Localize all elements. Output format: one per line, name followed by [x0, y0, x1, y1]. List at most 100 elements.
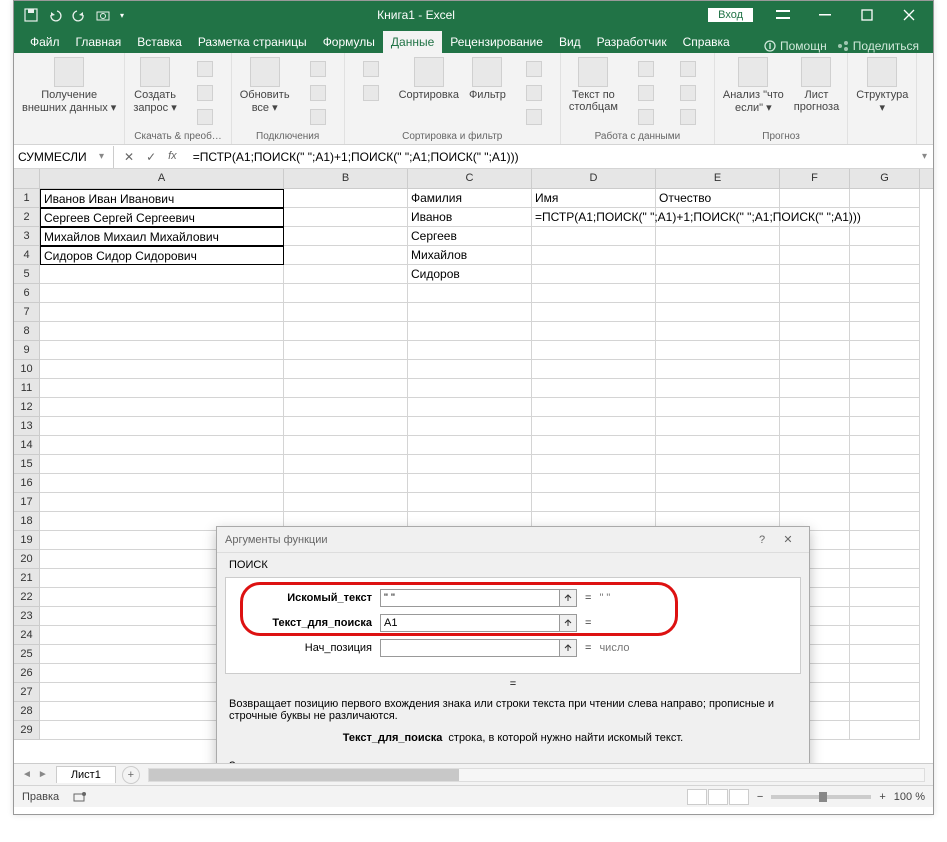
save-icon[interactable] [24, 8, 38, 22]
cell[interactable] [408, 455, 532, 474]
formula-input[interactable] [187, 150, 916, 164]
cell[interactable] [40, 360, 284, 379]
tab-insert[interactable]: Вставка [129, 31, 190, 53]
cell[interactable]: Отчество [656, 189, 780, 208]
arg1-ref-icon[interactable] [559, 589, 577, 607]
cell[interactable] [656, 284, 780, 303]
cell[interactable] [780, 227, 850, 246]
row-header[interactable]: 9 [14, 341, 40, 360]
row-header[interactable]: 11 [14, 379, 40, 398]
zoom-level[interactable]: 100 % [894, 791, 925, 803]
cell[interactable]: Сергеев Сергей Сергеевич [40, 208, 284, 227]
cell[interactable] [850, 607, 920, 626]
arg1-input[interactable] [380, 589, 560, 607]
cell[interactable] [532, 284, 656, 303]
cell[interactable] [284, 208, 408, 227]
cell[interactable] [284, 322, 408, 341]
dialog-close-icon[interactable]: ✕ [775, 533, 801, 546]
cell[interactable] [656, 360, 780, 379]
sort-az-icon[interactable] [351, 59, 391, 81]
filter-small-1[interactable] [514, 59, 554, 81]
col-header-c[interactable]: C [408, 169, 532, 188]
cell[interactable] [40, 265, 284, 284]
row-header[interactable]: 5 [14, 265, 40, 284]
cell[interactable] [656, 379, 780, 398]
data-small-4[interactable] [668, 83, 708, 105]
redo-icon[interactable] [72, 8, 86, 22]
conn-small-1[interactable] [298, 59, 338, 81]
cell[interactable] [532, 227, 656, 246]
filter-small-2[interactable] [514, 83, 554, 105]
cell[interactable] [284, 246, 408, 265]
external-data-button[interactable]: Получение внешних данных ▾ [20, 55, 118, 116]
cell[interactable] [40, 417, 284, 436]
fx-icon[interactable]: fx [168, 150, 177, 164]
row-header[interactable]: 29 [14, 721, 40, 740]
row-header[interactable]: 27 [14, 683, 40, 702]
cell[interactable] [408, 303, 532, 322]
cell[interactable]: Сидоров Сидор Сидорович [40, 246, 284, 265]
cell[interactable] [284, 341, 408, 360]
cell[interactable] [850, 322, 920, 341]
zoom-slider[interactable] [771, 795, 871, 799]
cell[interactable] [656, 398, 780, 417]
cell[interactable] [284, 474, 408, 493]
row-header[interactable]: 4 [14, 246, 40, 265]
sheet-nav-next-icon[interactable]: ► [38, 769, 48, 780]
login-button[interactable]: Вход [708, 8, 753, 22]
cell[interactable] [850, 588, 920, 607]
row-header[interactable]: 24 [14, 626, 40, 645]
row-header[interactable]: 22 [14, 588, 40, 607]
minimize-button[interactable] [805, 1, 845, 29]
cell[interactable] [656, 474, 780, 493]
cell[interactable]: Иванов Иван Иванович [40, 189, 284, 208]
undo-icon[interactable] [48, 8, 62, 22]
cancel-formula-icon[interactable]: ✕ [124, 150, 134, 164]
cell[interactable] [656, 493, 780, 512]
cell[interactable] [850, 702, 920, 721]
cell[interactable] [850, 455, 920, 474]
cell[interactable] [284, 493, 408, 512]
cell[interactable] [656, 227, 780, 246]
row-header[interactable]: 19 [14, 531, 40, 550]
cell[interactable] [780, 341, 850, 360]
cell[interactable] [408, 341, 532, 360]
cell[interactable] [780, 246, 850, 265]
refresh-all-button[interactable]: Обновить все ▾ [238, 55, 292, 116]
spreadsheet-grid[interactable]: A B C D E F G 1Иванов Иван ИвановичФамил… [14, 169, 933, 763]
cell[interactable] [284, 189, 408, 208]
cell[interactable] [532, 379, 656, 398]
row-header[interactable]: 12 [14, 398, 40, 417]
cell[interactable]: Михайлов Михаил Михайлович [40, 227, 284, 246]
cell[interactable] [532, 360, 656, 379]
cell[interactable] [850, 550, 920, 569]
cell[interactable] [850, 626, 920, 645]
col-header-f[interactable]: F [780, 169, 850, 188]
cell[interactable] [40, 398, 284, 417]
cell[interactable] [850, 246, 920, 265]
zoom-in-button[interactable]: + [879, 791, 885, 803]
col-header-a[interactable]: A [40, 169, 284, 188]
cell[interactable] [408, 398, 532, 417]
sheet-tab[interactable]: Лист1 [56, 766, 116, 783]
row-header[interactable]: 28 [14, 702, 40, 721]
cell[interactable] [850, 569, 920, 588]
tab-layout[interactable]: Разметка страницы [190, 31, 315, 53]
col-header-g[interactable]: G [850, 169, 920, 188]
row-header[interactable]: 1 [14, 189, 40, 208]
cell[interactable] [40, 493, 284, 512]
close-button[interactable] [889, 1, 929, 29]
cell[interactable] [284, 265, 408, 284]
cell[interactable] [40, 455, 284, 474]
cell[interactable]: Фамилия [408, 189, 532, 208]
row-header[interactable]: 6 [14, 284, 40, 303]
cell[interactable] [284, 284, 408, 303]
cell[interactable] [40, 341, 284, 360]
whatif-button[interactable]: Анализ "что если" ▾ [721, 55, 786, 116]
cell[interactable]: Сергеев [408, 227, 532, 246]
tab-view[interactable]: Вид [551, 31, 589, 53]
tell-me[interactable]: Помощн [764, 39, 827, 53]
cell[interactable] [850, 436, 920, 455]
cell[interactable] [780, 189, 850, 208]
cell[interactable] [408, 493, 532, 512]
